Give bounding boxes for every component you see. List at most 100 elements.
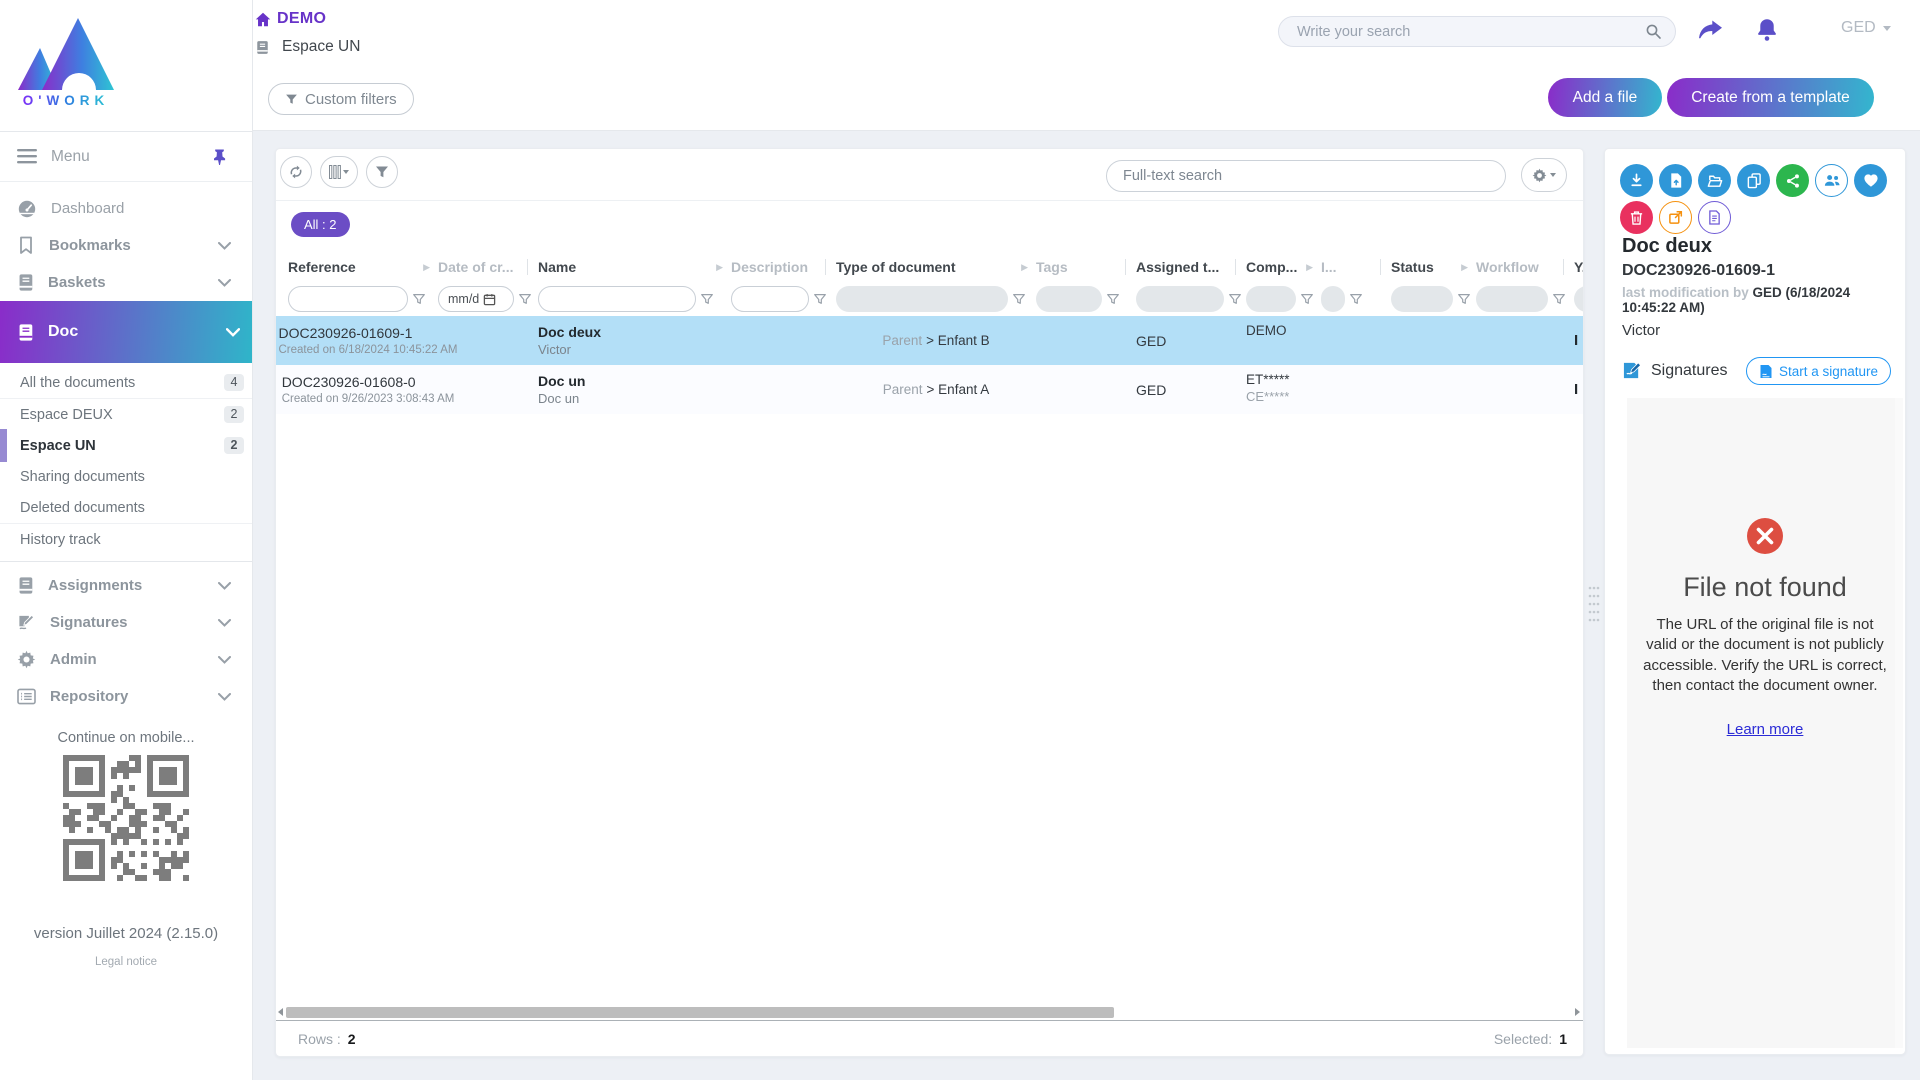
- legal-notice-link[interactable]: Legal notice: [0, 956, 252, 968]
- status-cell: [1391, 365, 1476, 414]
- refresh-button[interactable]: [280, 156, 312, 188]
- sort-arrow-icon[interactable]: ▶: [716, 262, 723, 273]
- sort-arrow-icon[interactable]: ▶: [1021, 262, 1028, 273]
- add-file-button[interactable]: Add a file: [1548, 78, 1662, 117]
- filter-funnel-button[interactable]: [1300, 292, 1314, 306]
- horizontal-scrollbar[interactable]: [276, 1005, 1583, 1020]
- column-header-7[interactable]: Comp...▶: [1246, 252, 1321, 282]
- filter-funnel-button[interactable]: [518, 292, 532, 306]
- sidebar-item-all-documents[interactable]: All the documents 4: [0, 367, 252, 398]
- sidebar-item-dashboard[interactable]: Dashboard: [0, 190, 252, 227]
- table-settings-button[interactable]: [1521, 158, 1567, 192]
- delete-button[interactable]: [1620, 201, 1653, 234]
- sort-arrow-icon[interactable]: ▶: [1306, 262, 1313, 273]
- breadcrumb[interactable]: DEMO: [255, 10, 326, 28]
- document-row-2[interactable]: ADOC230926-01608-0Created on 9/26/2023 3…: [276, 365, 1584, 414]
- column-header-8[interactable]: I...: [1321, 252, 1391, 282]
- column-filter-input[interactable]: [538, 286, 696, 312]
- share-shortcut-icon[interactable]: [1697, 16, 1725, 44]
- funnel-icon: [518, 292, 532, 306]
- sidebar-item-baskets[interactable]: Baskets: [0, 264, 252, 301]
- scroll-right-arrow[interactable]: [1575, 1008, 1580, 1016]
- learn-more-link[interactable]: Learn more: [1727, 721, 1804, 738]
- panel-resize-handle[interactable]: [1588, 586, 1600, 622]
- scroll-left-arrow[interactable]: [278, 1008, 283, 1016]
- sidebar-item-assignments[interactable]: Assignments: [0, 567, 252, 604]
- filter-funnel-button[interactable]: [1457, 292, 1471, 306]
- document-reference: DOC230926-01608-0: [282, 374, 455, 390]
- columns-button[interactable]: [320, 156, 358, 188]
- column-filter-input[interactable]: [288, 286, 408, 312]
- add-version-button[interactable]: [1659, 164, 1692, 197]
- column-header-11[interactable]: Y...: [1574, 252, 1584, 282]
- funnel-icon: [1012, 292, 1026, 306]
- sidebar-item-bookmarks[interactable]: Bookmarks: [0, 227, 252, 264]
- create-from-template-button[interactable]: Create from a template: [1667, 78, 1874, 117]
- sidebar-item-espace-deux[interactable]: Espace DEUX 2: [0, 398, 252, 430]
- column-label: Status: [1391, 259, 1434, 275]
- custom-filters-button[interactable]: Custom filters: [268, 83, 414, 115]
- scrollbar-thumb[interactable]: [286, 1007, 1114, 1018]
- share-button[interactable]: [1776, 164, 1809, 197]
- app-logo[interactable]: O'WORK: [12, 8, 130, 108]
- sidebar-item-sharing-documents[interactable]: Sharing documents: [0, 461, 252, 492]
- filter-funnel-button[interactable]: [813, 292, 827, 306]
- filter-funnel-button[interactable]: [1349, 292, 1363, 306]
- filter-button[interactable]: [366, 156, 398, 188]
- global-search-input[interactable]: [1278, 16, 1676, 47]
- sidebar-item-doc-active[interactable]: Doc: [0, 301, 252, 363]
- column-label: Tags: [1036, 259, 1068, 275]
- reference-cell: wDOC230926-01609-1Created on 6/18/2024 1…: [288, 316, 438, 365]
- search-icon[interactable]: [1645, 23, 1662, 40]
- column-header-1[interactable]: Date of cr...: [438, 252, 538, 282]
- fulltext-search-input[interactable]: [1106, 160, 1506, 192]
- column-label: Workflow: [1476, 259, 1539, 275]
- filter-funnel-button[interactable]: [700, 292, 714, 306]
- open-external-button[interactable]: [1659, 201, 1692, 234]
- column-header-10[interactable]: Workflow: [1476, 252, 1574, 282]
- user-menu[interactable]: GED: [1841, 19, 1891, 37]
- sidebar-item-deleted-documents[interactable]: Deleted documents: [0, 492, 252, 523]
- tab-all-documents[interactable]: All : 2: [291, 212, 350, 237]
- sort-arrow-icon[interactable]: ▶: [1461, 262, 1468, 273]
- notifications-bell-icon[interactable]: [1753, 16, 1781, 44]
- assigned-to: GED: [1136, 382, 1246, 398]
- column-header-4[interactable]: Type of document▶: [836, 252, 1036, 282]
- submenu-label: Deleted documents: [20, 500, 145, 516]
- column-filter-input[interactable]: [731, 286, 809, 312]
- breadcrumb-home-label[interactable]: DEMO: [277, 10, 326, 28]
- download-button[interactable]: [1620, 164, 1653, 197]
- preview-scrollbar[interactable]: [1895, 398, 1903, 1048]
- filter-funnel-button[interactable]: [1552, 292, 1566, 306]
- column-header-2[interactable]: Name▶: [538, 252, 731, 282]
- column-header-0[interactable]: Reference▶: [288, 252, 438, 282]
- sidebar-item-espace-un-current[interactable]: Espace UN 2: [0, 430, 252, 461]
- pin-icon[interactable]: [213, 149, 226, 165]
- document-name: Doc un: [538, 373, 731, 389]
- sidebar-item-repository[interactable]: Repository: [0, 678, 252, 715]
- start-signature-button[interactable]: Start a signature: [1746, 357, 1891, 385]
- favorite-button[interactable]: [1854, 164, 1887, 197]
- sidebar-item-history-track[interactable]: History track: [0, 523, 252, 555]
- assign-users-button[interactable]: [1815, 164, 1848, 197]
- date-filter-input[interactable]: mm/d: [438, 286, 514, 312]
- open-folder-button[interactable]: [1698, 164, 1731, 197]
- filter-funnel-button[interactable]: [1106, 292, 1120, 306]
- sort-arrow-icon[interactable]: ▶: [423, 262, 430, 273]
- book-icon: [255, 39, 270, 56]
- column-header-9[interactable]: Status ▶: [1391, 252, 1476, 282]
- filter-funnel-button[interactable]: [412, 292, 426, 306]
- qr-code-wrap: [63, 755, 189, 881]
- sidebar-item-signatures[interactable]: Signatures: [0, 604, 252, 641]
- column-header-5[interactable]: Tags: [1036, 252, 1136, 282]
- column-header-3[interactable]: Description: [731, 252, 836, 282]
- document-row-1[interactable]: wDOC230926-01609-1Created on 6/18/2024 1…: [276, 316, 1584, 365]
- filter-funnel-button[interactable]: [1228, 292, 1242, 306]
- column-header-6[interactable]: Assigned t...: [1136, 252, 1246, 282]
- document-details-button[interactable]: [1698, 201, 1731, 234]
- funnel-icon: [1349, 292, 1363, 306]
- menu-toggle[interactable]: Menu: [0, 132, 252, 182]
- duplicate-button[interactable]: [1737, 164, 1770, 197]
- filter-funnel-button[interactable]: [1012, 292, 1026, 306]
- sidebar-item-admin[interactable]: Admin: [0, 641, 252, 678]
